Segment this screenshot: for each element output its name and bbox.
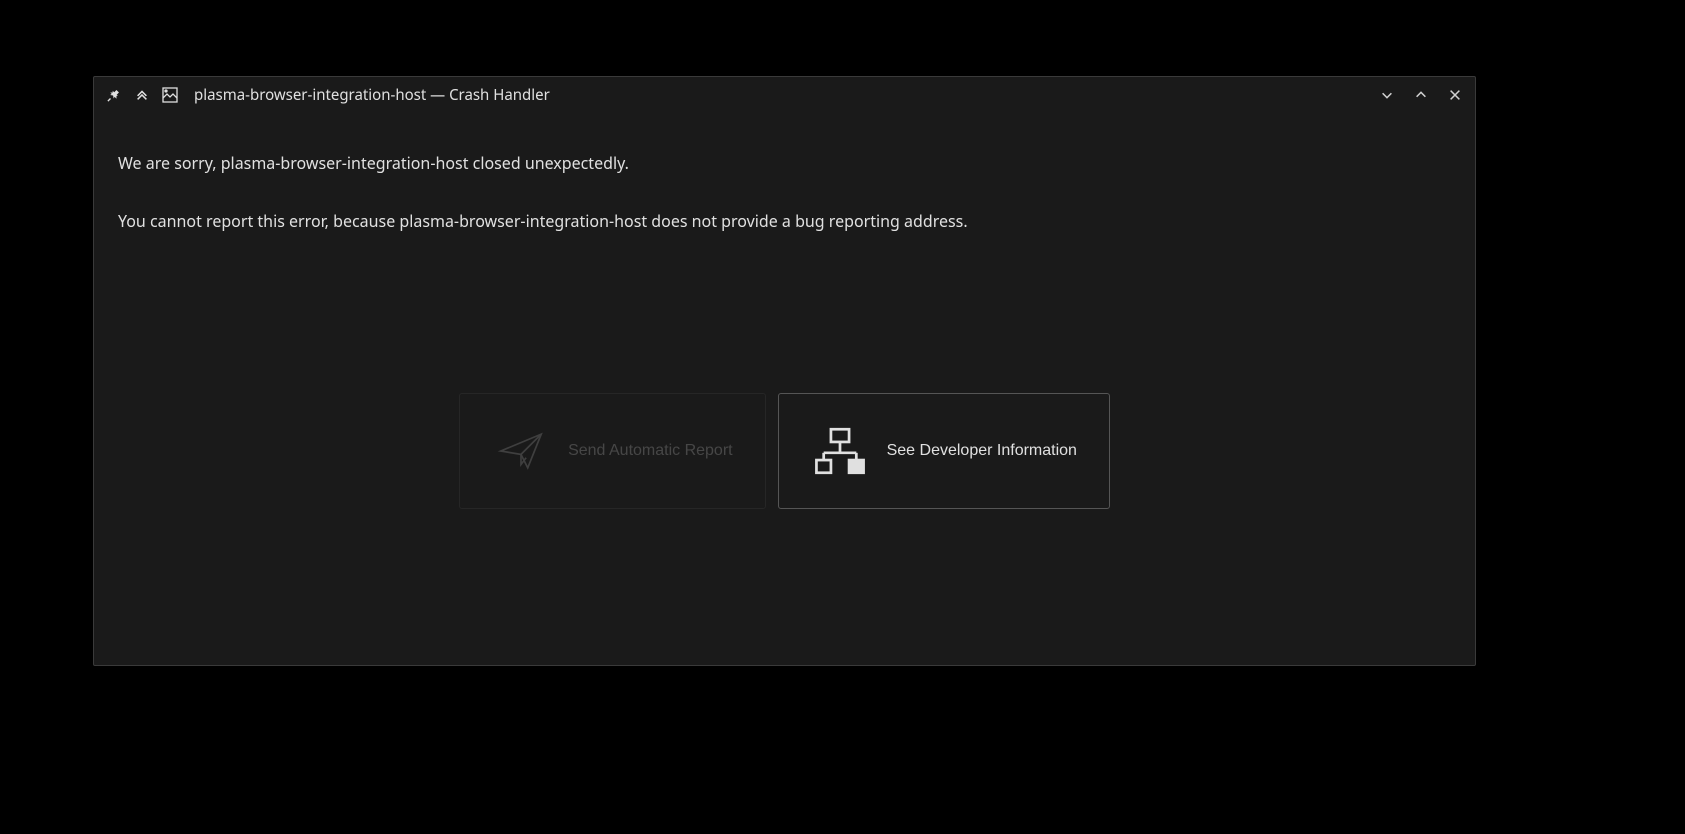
crash-message-line1: We are sorry, plasma-browser-integration… — [118, 151, 1451, 175]
developer-info-icon — [811, 422, 869, 480]
app-icon[interactable] — [162, 87, 178, 103]
see-developer-info-button[interactable]: See Developer Information — [778, 393, 1110, 509]
send-automatic-report-button: Send Automatic Report — [459, 393, 766, 509]
paper-plane-icon — [492, 422, 550, 480]
crash-handler-window: plasma-browser-integration-host — Crash … — [93, 76, 1476, 666]
crash-message-line2: You cannot report this error, because pl… — [118, 209, 1451, 233]
send-report-label: Send Automatic Report — [568, 442, 733, 460]
titlebar: plasma-browser-integration-host — Crash … — [94, 77, 1475, 113]
keep-above-icon[interactable] — [134, 87, 150, 103]
window-title: plasma-browser-integration-host — Crash … — [194, 85, 550, 105]
close-button[interactable] — [1447, 87, 1463, 103]
maximize-button[interactable] — [1413, 87, 1429, 103]
pin-icon[interactable] — [106, 87, 122, 103]
titlebar-left: plasma-browser-integration-host — Crash … — [106, 85, 550, 105]
developer-info-label: See Developer Information — [887, 442, 1077, 460]
titlebar-right — [1379, 87, 1463, 103]
action-buttons-row: Send Automatic Report See Developer Info — [118, 393, 1451, 509]
content-area: We are sorry, plasma-browser-integration… — [94, 113, 1475, 533]
minimize-button[interactable] — [1379, 87, 1395, 103]
